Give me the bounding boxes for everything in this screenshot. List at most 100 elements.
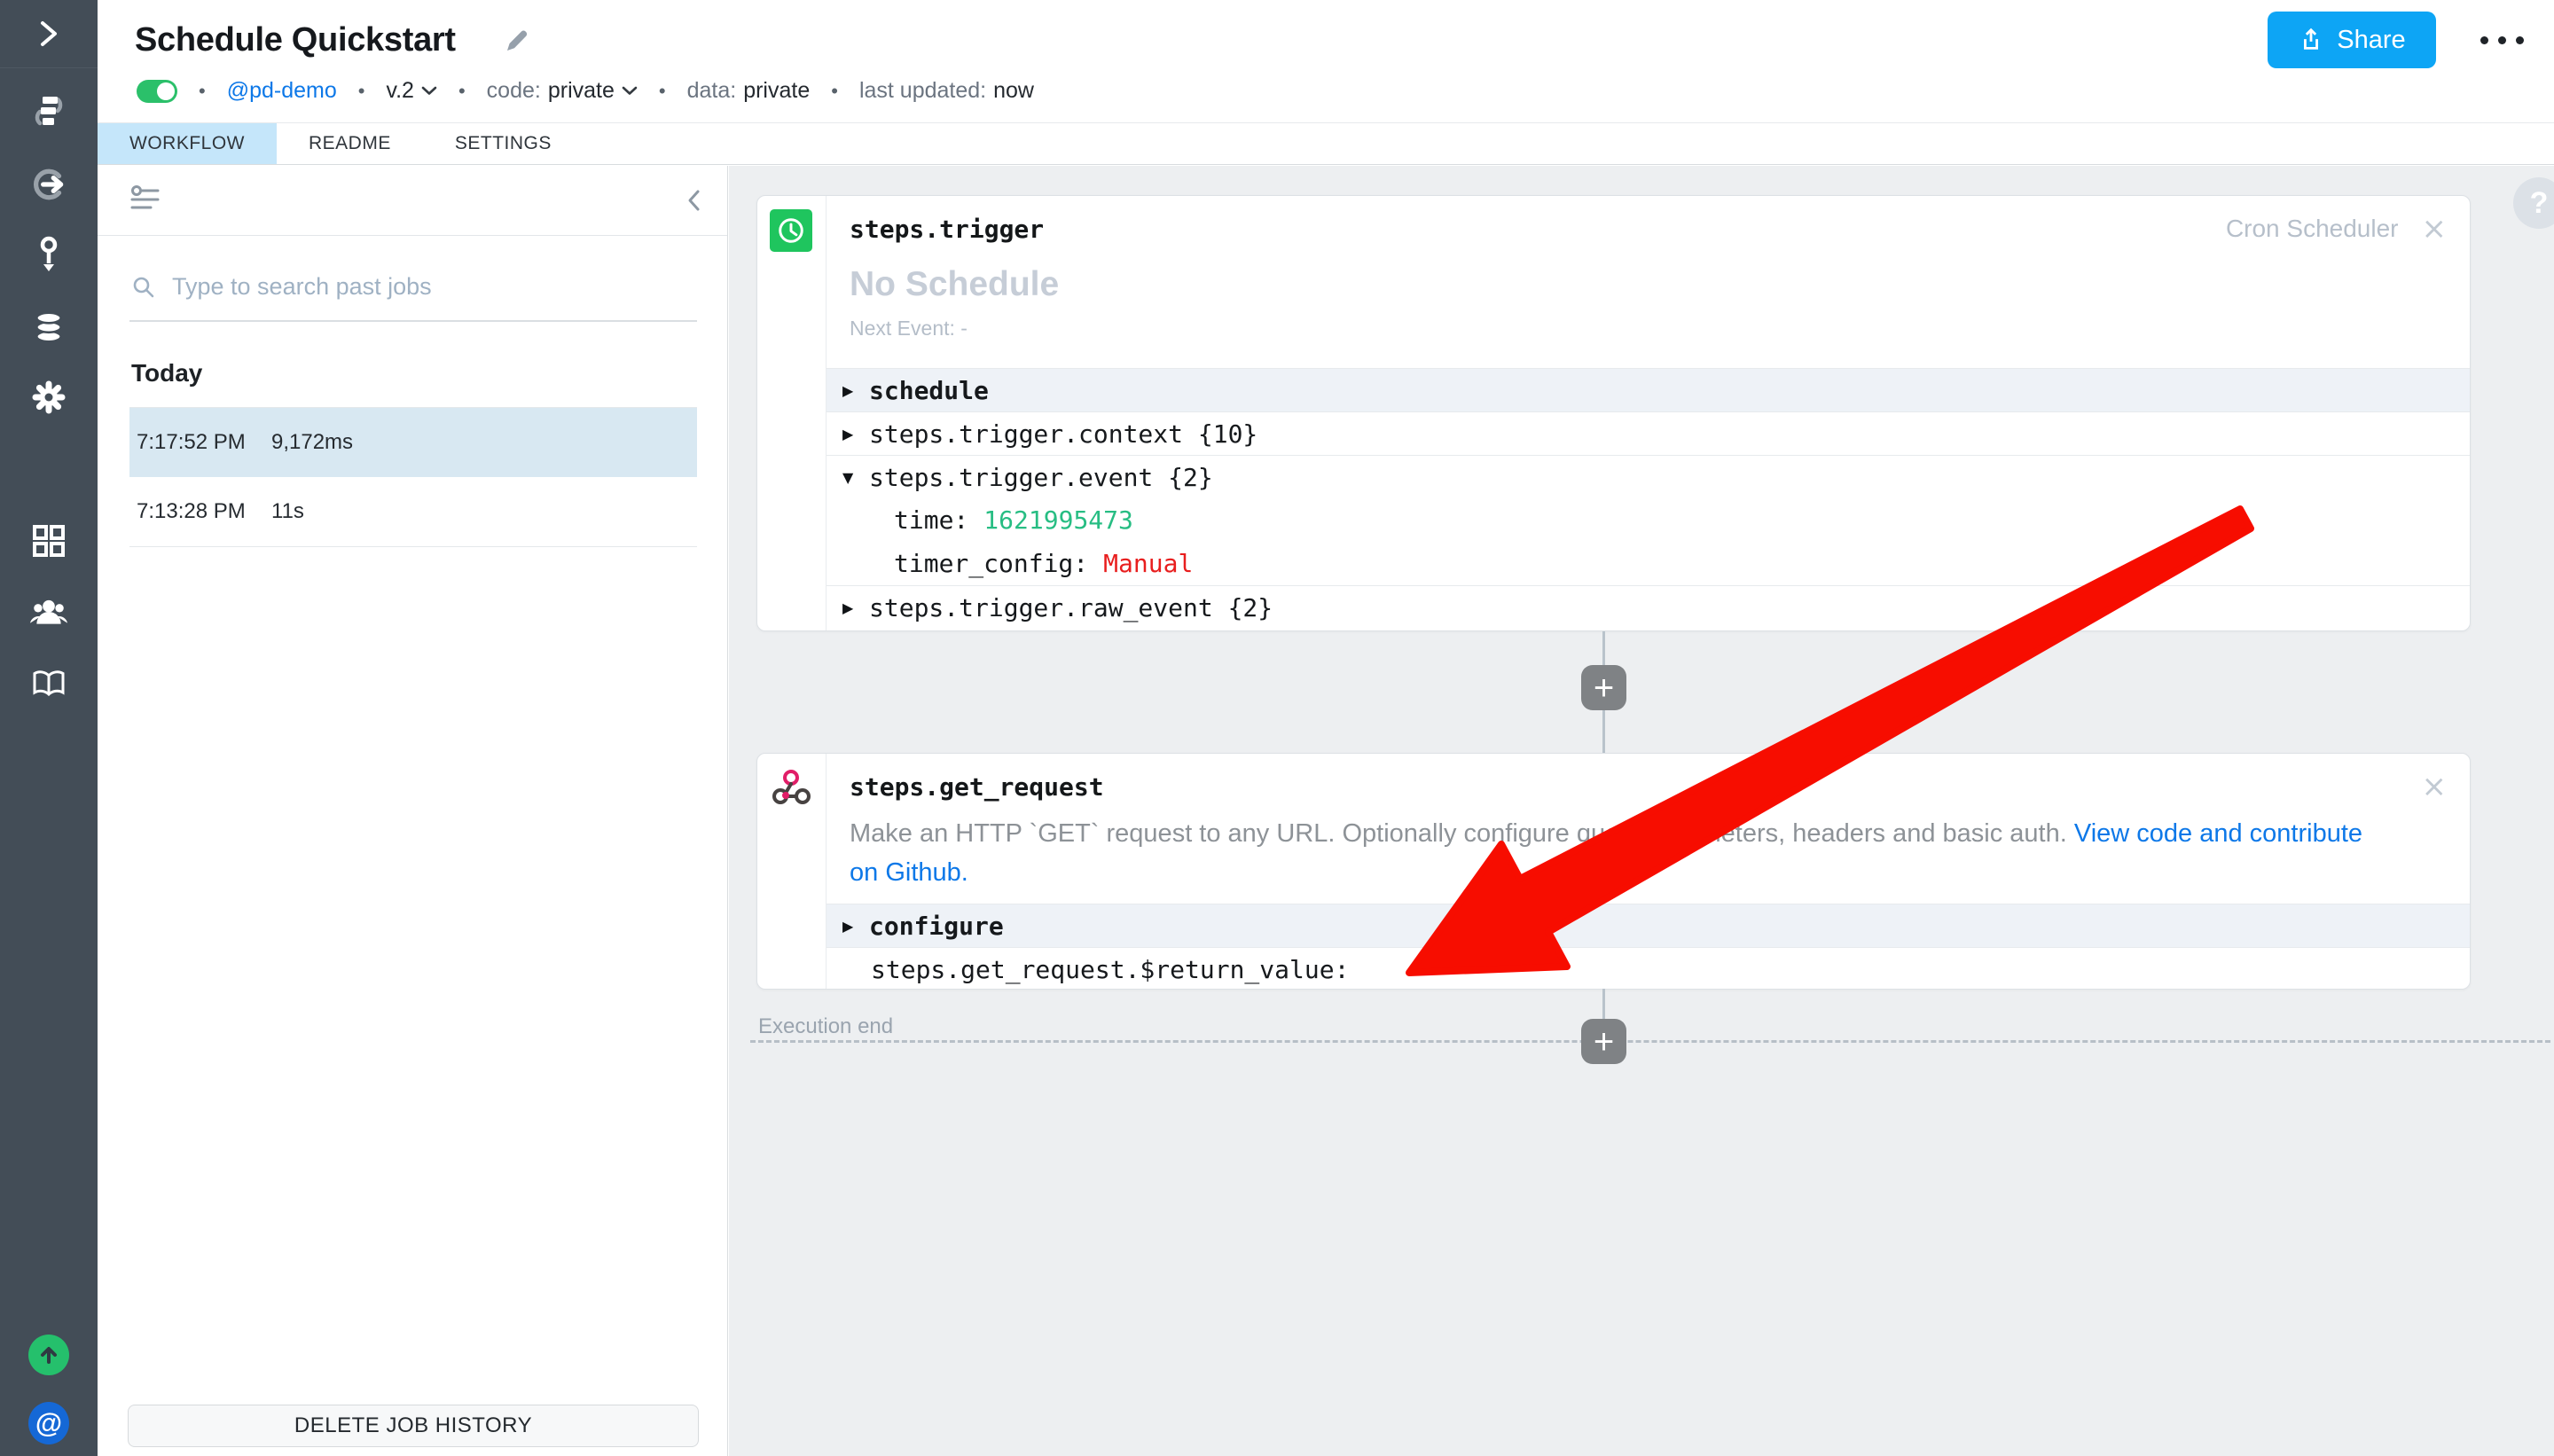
- workflow-meta-row: • @pd-demo • v.2 • code: private • data:…: [137, 78, 1034, 104]
- search-icon: [131, 275, 156, 300]
- jobs-toolbar: [98, 166, 727, 236]
- source-arrow-icon: [30, 166, 67, 203]
- search-underline: [129, 320, 697, 322]
- row-event-timer-config: timer_config: Manual: [827, 542, 2470, 585]
- trigger-next-event: Next Event: -: [850, 317, 2470, 341]
- version-dropdown[interactable]: v.2: [386, 78, 437, 104]
- add-step-button[interactable]: +: [1581, 665, 1626, 710]
- share-button[interactable]: Share: [2268, 12, 2436, 68]
- job-duration: 9,172ms: [271, 430, 353, 455]
- sidebar-item-workflows[interactable]: [28, 91, 69, 132]
- sidebar-item-event-sources[interactable]: [28, 164, 69, 205]
- nav-sidebar: @: [0, 0, 98, 1456]
- get-request-step-card: steps.get_request × Make an HTTP `GET` r…: [756, 753, 2471, 990]
- row-event-time: time: 1621995473: [827, 498, 2470, 542]
- upgrade-arrow-icon: [28, 1335, 69, 1375]
- job-row[interactable]: 7:17:52 PM 9,172ms: [129, 408, 697, 477]
- job-search-row: [98, 236, 727, 301]
- dot-separator: •: [199, 80, 206, 103]
- dot-separator: •: [358, 80, 365, 103]
- get-request-gutter: [757, 754, 826, 989]
- caret-right-icon: ▶: [842, 918, 869, 935]
- caret-right-icon: ▶: [842, 426, 869, 442]
- tab-settings[interactable]: SETTINGS: [423, 123, 584, 164]
- account-avatar[interactable]: @: [28, 1403, 69, 1444]
- last-updated: last updated: now: [859, 78, 1034, 104]
- cron-clock-icon: [770, 209, 812, 252]
- tab-workflow[interactable]: WORKFLOW: [98, 123, 277, 164]
- workflow-tabs: WORKFLOW README SETTINGS: [98, 122, 2554, 165]
- caret-down-icon: ▼: [842, 469, 869, 486]
- tab-readme[interactable]: README: [277, 123, 423, 164]
- gear-icon: [31, 380, 67, 415]
- book-icon: [31, 669, 67, 699]
- share-label: Share: [2337, 26, 2405, 55]
- trigger-card-head: steps.trigger Cron Scheduler ×: [827, 196, 2470, 244]
- job-duration: 11s: [271, 499, 304, 524]
- close-icon[interactable]: ×: [2422, 771, 2448, 802]
- row-trigger-event[interactable]: ▼ steps.trigger.event {2}: [827, 455, 2470, 498]
- time-value: 1621995473: [983, 505, 1133, 535]
- caret-right-icon: ▶: [842, 382, 869, 399]
- row-trigger-context[interactable]: ▶ steps.trigger.context {10}: [827, 411, 2470, 455]
- trigger-headline: No Schedule: [850, 265, 2470, 304]
- row-schedule[interactable]: ▶ schedule: [827, 368, 2470, 411]
- upgrade-button[interactable]: [28, 1335, 69, 1375]
- dot-separator: •: [458, 80, 466, 103]
- page-title: Schedule Quickstart: [135, 21, 456, 59]
- chevron-down-icon: [622, 86, 638, 96]
- sidebar-expand-section: [0, 0, 98, 68]
- pencil-icon: [504, 27, 530, 53]
- trigger-step-name: steps.trigger: [850, 215, 1044, 244]
- get-request-card-head: steps.get_request ×: [827, 754, 2470, 802]
- sidebar-item-data-stores[interactable]: [28, 307, 69, 348]
- dot-separator: •: [659, 80, 666, 103]
- chevron-down-icon: [421, 86, 437, 96]
- row-trigger-raw-event[interactable]: ▶ steps.trigger.raw_event {2}: [827, 585, 2470, 629]
- row-return-value: steps.get_request.$return_value:: [827, 947, 2470, 990]
- help-button[interactable]: ?: [2513, 177, 2554, 229]
- workflow-canvas: ? steps.trigger Cron Scheduler × No Sche…: [729, 166, 2554, 1456]
- key-icon: [33, 236, 65, 273]
- dot-separator: •: [831, 80, 838, 103]
- trigger-step-card: steps.trigger Cron Scheduler × No Schedu…: [756, 195, 2471, 631]
- job-row[interactable]: 7:13:28 PM 11s: [129, 477, 697, 547]
- job-search-input[interactable]: [172, 273, 669, 301]
- filter-jobs-button[interactable]: [129, 185, 161, 216]
- code-visibility-dropdown[interactable]: code: private: [487, 78, 638, 104]
- sidebar-item-community[interactable]: [28, 591, 69, 632]
- sidebar-item-keys[interactable]: [28, 234, 69, 275]
- ellipsis-icon: [2480, 36, 2488, 44]
- workflows-icon: [31, 97, 67, 127]
- deploy-toggle[interactable]: [137, 80, 177, 103]
- delete-job-history-button[interactable]: DELETE JOB HISTORY: [128, 1405, 699, 1447]
- expand-sidebar-button[interactable]: [28, 13, 69, 54]
- share-icon: [2298, 27, 2324, 53]
- trigger-gutter: [757, 196, 826, 630]
- job-time: 7:17:52 PM: [137, 430, 271, 455]
- trigger-app-label: Cron Scheduler: [2226, 215, 2399, 243]
- job-time: 7:13:28 PM: [137, 499, 271, 524]
- chevron-right-icon: [37, 18, 60, 50]
- chevron-left-icon: [686, 189, 701, 212]
- sidebar-item-settings[interactable]: [28, 377, 69, 418]
- close-icon[interactable]: ×: [2422, 214, 2448, 244]
- trigger-card-body: steps.trigger Cron Scheduler × No Schedu…: [826, 196, 2470, 630]
- caret-right-icon: ▶: [842, 599, 869, 616]
- row-configure[interactable]: ▶ configure: [827, 904, 2470, 947]
- more-options-button[interactable]: [2477, 27, 2527, 53]
- rename-button[interactable]: [504, 27, 530, 53]
- sidebar-item-docs[interactable]: [28, 663, 69, 704]
- execution-end-line: [750, 1040, 2550, 1043]
- add-step-button[interactable]: +: [1581, 1019, 1626, 1064]
- collapse-panel-button[interactable]: [686, 189, 701, 212]
- timer-config-value: Manual: [1103, 549, 1193, 578]
- owner-link[interactable]: @pd-demo: [227, 78, 337, 104]
- get-request-description: Make an HTTP `GET` request to any URL. O…: [850, 814, 2455, 892]
- database-icon: [31, 310, 67, 344]
- sidebar-item-apps[interactable]: [28, 521, 69, 561]
- data-visibility: data: private: [687, 78, 811, 104]
- job-list: 7:17:52 PM 9,172ms 7:13:28 PM 11s: [129, 407, 697, 547]
- filter-list-icon: [129, 185, 161, 212]
- grid-icon: [32, 524, 66, 558]
